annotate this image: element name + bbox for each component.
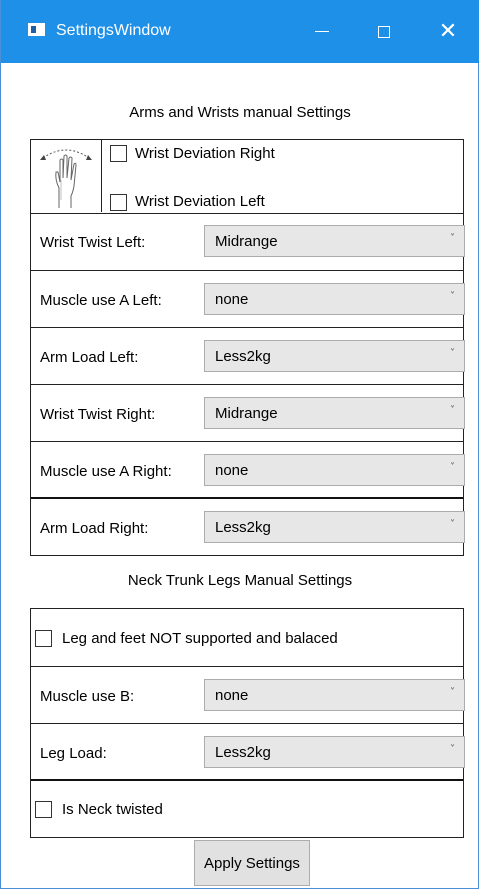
muscle-use-a-right-row: Muscle use A Right: none ˅ [31,442,465,499]
muscle-use-a-left-row: Muscle use A Left: none ˅ [31,271,465,328]
arms-section-heading: Arms and Wrists manual Settings [129,104,351,121]
arm-load-right-label: Arm Load Right: [40,520,149,537]
arm-load-left-row: Arm Load Left: Less2kg ˅ [31,328,465,385]
wrist-twist-right-row: Wrist Twist Right: Midrange ˅ [31,385,465,442]
arm-load-left-value: Less2kg [215,348,271,365]
neck-twisted-checkbox[interactable] [35,801,52,818]
wrist-deviation-right-checkbox[interactable] [110,145,127,162]
arm-load-left-select[interactable]: Less2kg ˅ [204,340,465,372]
wrist-twist-left-value: Midrange [215,233,278,250]
chevron-down-icon: ˅ [450,519,455,530]
wrist-twist-left-label: Wrist Twist Left: [40,234,146,251]
wrist-deviation-left-checkbox[interactable] [110,194,127,211]
muscle-use-a-right-label: Muscle use A Right: [40,463,172,480]
chevron-down-icon: ˅ [450,744,455,755]
app-window-icon [28,23,45,36]
arm-load-right-value: Less2kg [215,519,271,536]
close-icon: ✕ [438,18,458,44]
neck-trunk-legs-panel: Leg and feet NOT supported and balaced M… [30,608,465,838]
chevron-down-icon: ˅ [450,291,455,302]
leg-load-value: Less2kg [215,744,271,761]
leg-load-label: Leg Load: [40,745,107,762]
muscle-use-a-left-value: none [215,291,249,308]
minimize-icon [315,31,329,32]
arm-load-right-select[interactable]: Less2kg ˅ [204,511,465,543]
muscle-use-b-label: Muscle use B: [40,688,135,705]
leg-load-select[interactable]: Less2kg ˅ [204,736,465,768]
legs-section-heading: Neck Trunk Legs Manual Settings [127,572,353,589]
arm-load-right-row: Arm Load Right: Less2kg ˅ [31,499,465,555]
wrist-deviation-left-label: Wrist Deviation Left [135,193,265,210]
maximize-icon [378,25,390,38]
wrist-twist-left-row: Wrist Twist Left: Midrange ˅ [31,214,465,271]
apply-settings-button[interactable]: Apply Settings [194,840,310,886]
chevron-down-icon: ˅ [450,348,455,359]
muscle-use-b-value: none [215,687,249,704]
chevron-down-icon: ˅ [450,687,455,698]
chevron-down-icon: ˅ [450,233,455,244]
leg-support-row: Leg and feet NOT supported and balaced [31,609,463,667]
muscle-use-a-right-value: none [215,462,249,479]
close-button[interactable]: ✕ [417,0,479,63]
muscle-use-b-select[interactable]: none ˅ [204,679,465,711]
neck-twisted-label: Is Neck twisted [62,801,163,818]
muscle-use-a-left-label: Muscle use A Left: [40,292,162,309]
wrist-deviation-right-label: Wrist Deviation Right [135,145,275,162]
arms-wrists-panel: Wrist Deviation Right Wrist Deviation Le… [30,139,465,556]
leg-load-row: Leg Load: Less2kg ˅ [31,724,465,781]
wrist-twist-right-label: Wrist Twist Right: [40,406,156,423]
chevron-down-icon: ˅ [450,405,455,416]
hand-wrist-deviation-icon [40,149,92,208]
wrist-twist-left-select[interactable]: Midrange ˅ [204,225,465,257]
wrist-deviation-icon-cell [31,140,102,212]
leg-support-checkbox[interactable] [35,630,52,647]
wrist-twist-right-value: Midrange [215,405,278,422]
neck-twisted-row: Is Neck twisted [31,781,463,837]
minimize-button[interactable] [291,0,353,63]
arm-load-left-label: Arm Load Left: [40,349,139,366]
title-bar: SettingsWindow ✕ [1,0,479,63]
wrist-deviation-row: Wrist Deviation Right Wrist Deviation Le… [31,140,463,214]
wrist-twist-right-select[interactable]: Midrange ˅ [204,397,465,429]
maximize-button[interactable] [353,0,415,63]
window-title: SettingsWindow [56,22,171,39]
settings-window: SettingsWindow ✕ Arms and Wrists manual … [0,0,479,889]
muscle-use-a-left-select[interactable]: none ˅ [204,283,465,315]
muscle-use-a-right-select[interactable]: none ˅ [204,454,465,486]
chevron-down-icon: ˅ [450,462,455,473]
muscle-use-b-row: Muscle use B: none ˅ [31,667,465,724]
leg-support-label: Leg and feet NOT supported and balaced [62,630,338,647]
